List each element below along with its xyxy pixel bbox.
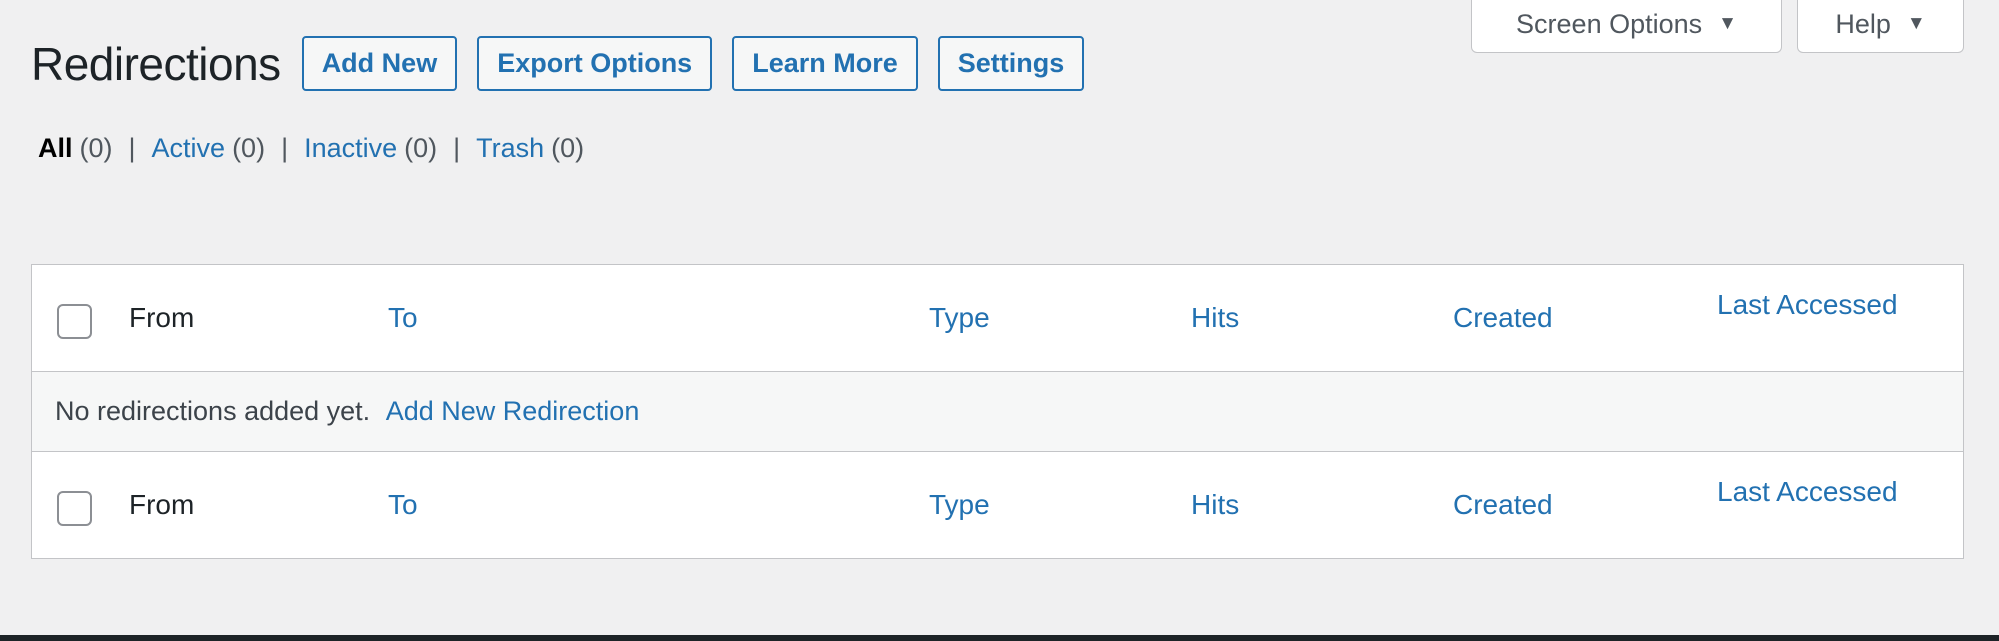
export-options-button[interactable]: Export Options bbox=[477, 36, 713, 91]
help-label: Help bbox=[1835, 8, 1891, 39]
page-title: Redirections bbox=[31, 37, 281, 90]
table-header-row: From To Type Hits Created Last Accessed bbox=[32, 265, 1963, 372]
column-from: From bbox=[129, 302, 195, 333]
table-footer-row: From To Type Hits Created Last Accessed bbox=[32, 453, 1963, 559]
screen-options-button[interactable]: Screen Options ▼ bbox=[1471, 0, 1782, 53]
column-hits[interactable]: Hits bbox=[1191, 489, 1239, 521]
select-all-checkbox[interactable] bbox=[57, 304, 92, 339]
learn-more-button[interactable]: Learn More bbox=[732, 36, 918, 91]
filter-all-count: (0) bbox=[79, 133, 113, 163]
redirections-page: Redirections Add New Export Options Lear… bbox=[0, 0, 1999, 641]
filter-inactive-count: (0) bbox=[404, 133, 438, 163]
filter-active[interactable]: Active bbox=[152, 133, 226, 164]
filter-trash-count: (0) bbox=[551, 133, 585, 163]
title-row: Redirections Add New Export Options Lear… bbox=[31, 36, 1104, 91]
filter-active-count: (0) bbox=[232, 133, 266, 163]
help-button[interactable]: Help ▼ bbox=[1797, 0, 1964, 53]
column-type[interactable]: Type bbox=[929, 302, 990, 334]
select-all-checkbox-footer[interactable] bbox=[57, 491, 92, 526]
column-created[interactable]: Created bbox=[1453, 302, 1553, 334]
filter-trash[interactable]: Trash bbox=[476, 133, 544, 164]
filter-separator: | bbox=[128, 133, 136, 163]
empty-message: No redirections added yet. Add New Redir… bbox=[55, 396, 639, 427]
add-new-button[interactable]: Add New bbox=[301, 36, 458, 91]
filter-separator: | bbox=[281, 133, 289, 163]
filter-all[interactable]: All bbox=[38, 133, 73, 164]
redirections-table: From To Type Hits Created Last Accessed … bbox=[31, 264, 1964, 559]
column-last-accessed[interactable]: Last Accessed bbox=[1717, 476, 1898, 508]
caret-down-icon: ▼ bbox=[1718, 13, 1737, 34]
add-new-redirection-link[interactable]: Add New Redirection bbox=[386, 396, 640, 426]
status-filter-links: All (0) | Active (0) | Inactive (0) | Tr… bbox=[38, 133, 584, 164]
empty-row: No redirections added yet. Add New Redir… bbox=[32, 372, 1963, 452]
column-type[interactable]: Type bbox=[929, 489, 990, 521]
column-to[interactable]: To bbox=[388, 489, 418, 521]
column-last-accessed[interactable]: Last Accessed bbox=[1717, 289, 1898, 321]
column-created[interactable]: Created bbox=[1453, 489, 1553, 521]
filter-separator: | bbox=[453, 133, 461, 163]
bottom-edge bbox=[0, 635, 1999, 641]
column-from: From bbox=[129, 489, 195, 520]
empty-message-text: No redirections added yet. bbox=[55, 396, 371, 426]
column-to[interactable]: To bbox=[388, 302, 418, 334]
settings-button[interactable]: Settings bbox=[937, 36, 1085, 91]
filter-inactive[interactable]: Inactive bbox=[304, 133, 397, 164]
column-hits[interactable]: Hits bbox=[1191, 302, 1239, 334]
caret-down-icon: ▼ bbox=[1906, 13, 1926, 34]
screen-options-label: Screen Options bbox=[1516, 8, 1703, 39]
